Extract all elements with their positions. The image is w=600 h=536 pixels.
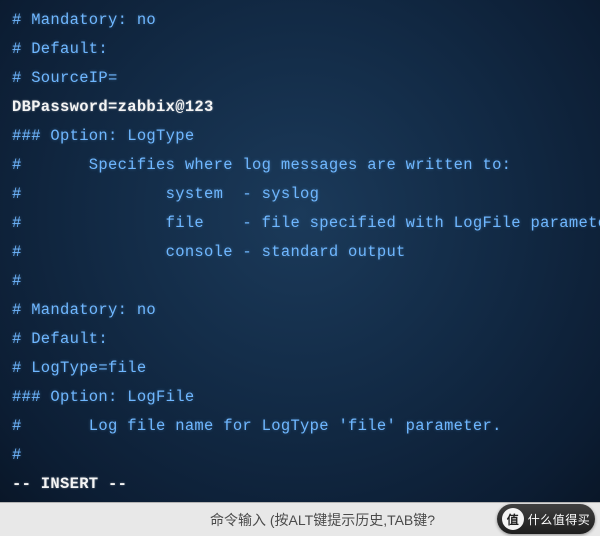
code-line[interactable]: # Log file name for LogType 'file' param… [12, 412, 592, 441]
command-input-placeholder: 命令输入 (按ALT键提示历史,TAB键? [210, 510, 435, 530]
code-line[interactable]: # Mandatory: no [12, 296, 592, 325]
watermark-icon: 值 [502, 508, 524, 530]
code-line[interactable]: # Default: [12, 35, 592, 64]
code-line[interactable]: # LogType=file [12, 354, 592, 383]
code-line[interactable]: ### Option: LogType [12, 122, 592, 151]
code-line[interactable]: # file - file specified with LogFile par… [12, 209, 592, 238]
code-line[interactable]: # Specifies where log messages are writt… [12, 151, 592, 180]
code-line[interactable]: # [12, 441, 592, 470]
code-line[interactable]: -- INSERT -- [12, 470, 592, 499]
terminal-viewport[interactable]: # Mandatory: no# Default:# SourceIP=DBPa… [0, 0, 600, 536]
code-line[interactable]: ### Option: LogFile [12, 383, 592, 412]
code-line[interactable]: # Default: [12, 325, 592, 354]
code-area[interactable]: # Mandatory: no# Default:# SourceIP=DBPa… [12, 6, 592, 499]
code-line[interactable]: # SourceIP= [12, 64, 592, 93]
code-line[interactable]: # system - syslog [12, 180, 592, 209]
watermark-badge: 值 什么值得买 [497, 504, 595, 534]
code-line[interactable]: DBPassword=zabbix@123 [12, 93, 592, 122]
code-line[interactable]: # Mandatory: no [12, 6, 592, 35]
watermark-text: 什么值得买 [528, 511, 591, 528]
code-line[interactable]: # [12, 267, 592, 296]
code-line[interactable]: # console - standard output [12, 238, 592, 267]
